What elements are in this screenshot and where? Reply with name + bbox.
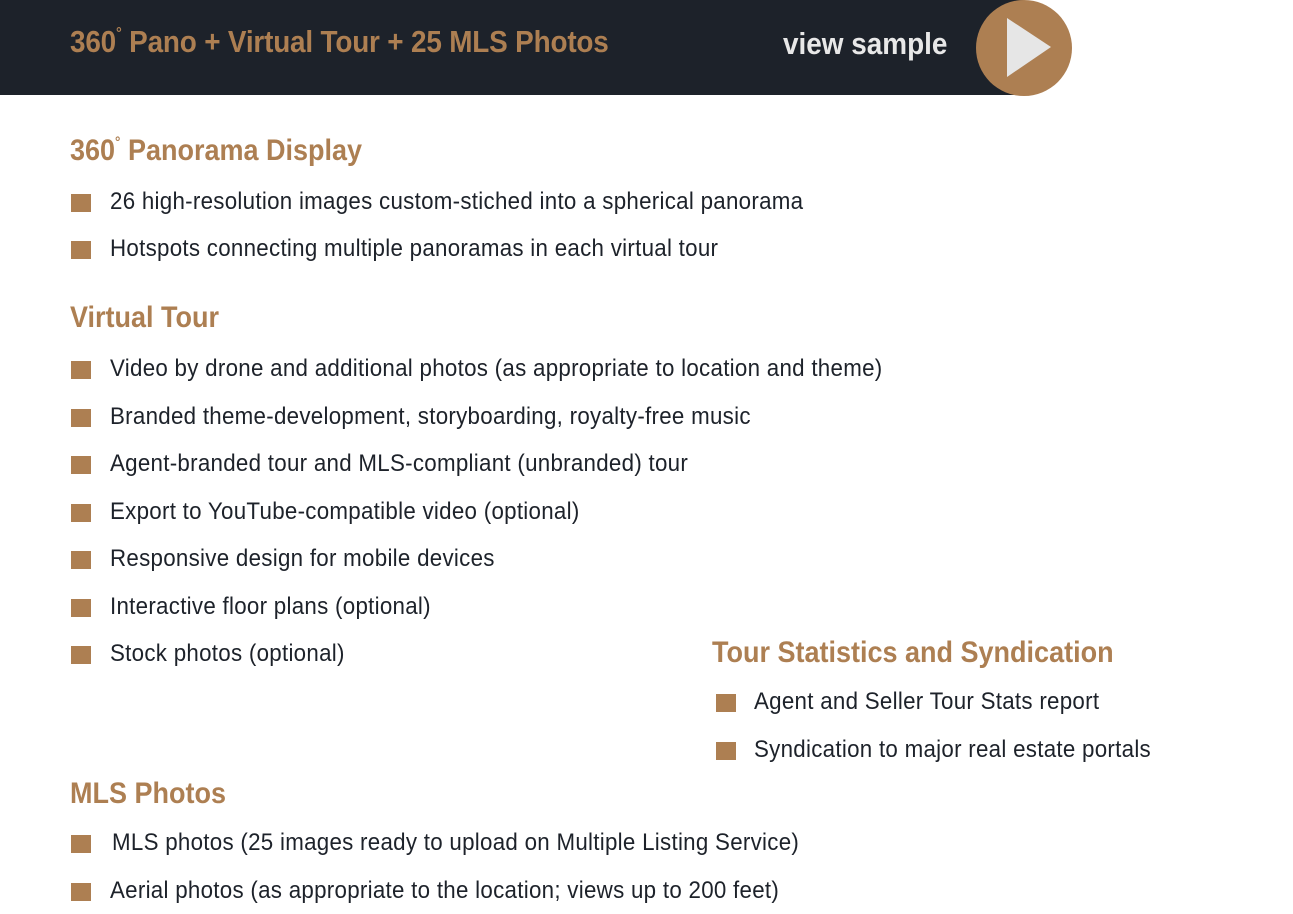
view-sample-link[interactable]: view sample: [783, 26, 947, 62]
bullet-square-icon: [71, 599, 91, 617]
list-item-text: Stock photos (optional): [110, 640, 345, 667]
list-item-text: Video by drone and additional photos (as…: [110, 355, 883, 382]
list-item-text: Aerial photos (as appropriate to the loc…: [110, 877, 780, 904]
bullet-square-icon: [71, 409, 91, 427]
bullet-square-icon: [71, 194, 91, 212]
bullet-square-icon: [71, 835, 91, 853]
list-item-text: Branded theme-development, storyboarding…: [110, 403, 751, 430]
bullet-square-icon: [71, 241, 91, 259]
list-item-text: Export to YouTube-compatible video (opti…: [110, 498, 580, 525]
bullet-square-icon: [71, 883, 91, 901]
bullet-square-icon: [71, 456, 91, 474]
list-item-text: Responsive design for mobile devices: [110, 545, 495, 572]
list-item-text: Agent-branded tour and MLS-compliant (un…: [110, 450, 689, 477]
list-item-text: 26 high-resolution images custom-stiched…: [110, 188, 804, 215]
title-text: Pano + Virtual Tour + 25 MLS Photos: [121, 24, 609, 59]
title-number: 360: [70, 24, 117, 59]
list-item-text: Syndication to major real estate portals: [754, 736, 1152, 763]
section-title-stats: Tour Statistics and Syndication: [712, 636, 1114, 669]
bullet-square-icon: [716, 694, 736, 712]
bullet-square-icon: [71, 361, 91, 379]
list-item-text: Interactive floor plans (optional): [110, 593, 431, 620]
bullet-square-icon: [716, 742, 736, 760]
section-title-text: Panorama Display: [120, 134, 363, 167]
section-title-panorama: 360° Panorama Display: [70, 134, 362, 168]
list-item-text: MLS photos (25 images ready to upload on…: [112, 829, 800, 856]
list-item-text: Hotspots connecting multiple panoramas i…: [110, 235, 719, 262]
bullet-square-icon: [71, 646, 91, 664]
bullet-square-icon: [71, 504, 91, 522]
section-title-number: 360: [70, 134, 116, 167]
list-item-text: Agent and Seller Tour Stats report: [754, 688, 1100, 715]
section-title-virtual-tour: Virtual Tour: [70, 301, 220, 334]
play-icon: [1007, 18, 1051, 77]
bullet-square-icon: [71, 551, 91, 569]
package-title: 360° Pano + Virtual Tour + 25 MLS Photos: [70, 24, 609, 60]
play-button[interactable]: [976, 0, 1072, 96]
section-title-mls: MLS Photos: [70, 777, 226, 810]
